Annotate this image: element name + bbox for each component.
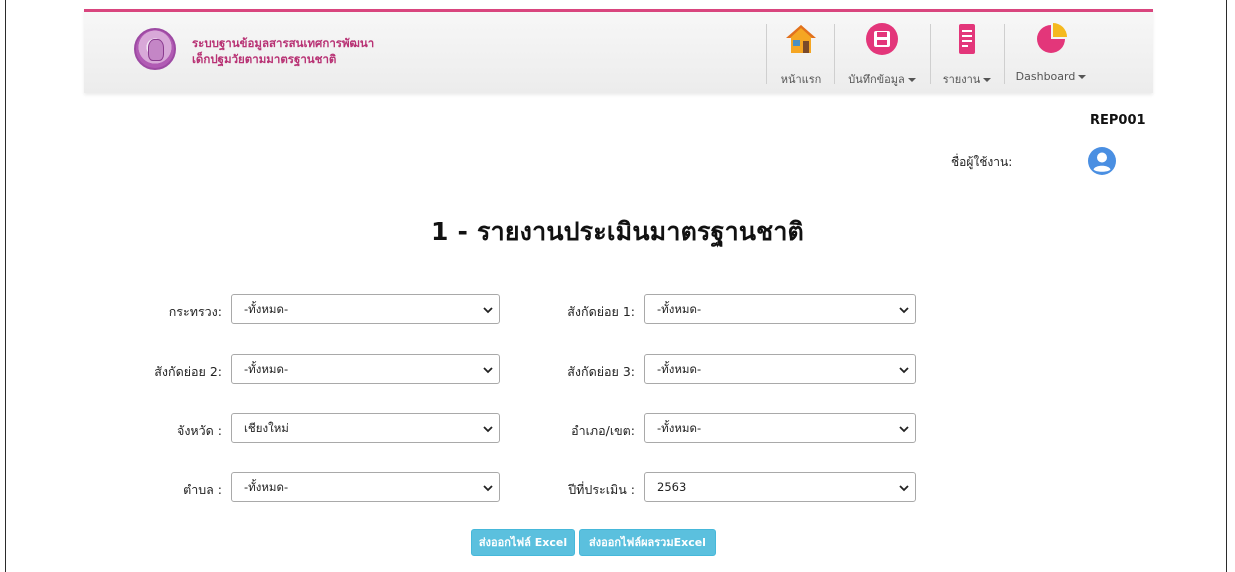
province-select[interactable]: เชียงใหม่ (231, 413, 500, 443)
caret-down-icon (907, 78, 916, 82)
top-navbar: ระบบฐานข้อมูลสารสนเทศการพัฒนา เด็กปฐมวัย… (84, 9, 1153, 93)
nav-record-label: บันทึกข้อมูล (848, 73, 905, 86)
brand-title[interactable]: ระบบฐานข้อมูลสารสนเทศการพัฒนา เด็กปฐมวัย… (192, 35, 374, 67)
chevron-down-icon (483, 367, 493, 374)
ministry-select[interactable]: -ทั้งหมด- (231, 294, 500, 324)
caret-down-icon (1078, 75, 1087, 79)
sub1-select-value: -ทั้งหมด- (657, 302, 702, 316)
province-select-value: เชียงใหม่ (244, 421, 289, 435)
year-select-value: 2563 (657, 480, 687, 494)
chevron-down-icon (899, 485, 909, 492)
chevron-down-icon (899, 307, 909, 314)
sub1-label: สังกัดย่อย 1: (567, 304, 635, 319)
nav-home-label: หน้าแรก (780, 73, 822, 86)
report-document-icon (959, 24, 975, 54)
sub1-select[interactable]: -ทั้งหมด- (644, 294, 916, 324)
username-label: ชื่อผู้ใช้งาน: (951, 155, 1013, 169)
export-excel-button[interactable]: ส่งออกไฟล์ Excel (471, 529, 575, 556)
district-select-value: -ทั้งหมด- (657, 421, 702, 435)
nav-dashboard-dropdown[interactable]: Dashboard (1012, 22, 1090, 92)
nav-dashboard-label: Dashboard (1015, 70, 1076, 83)
nav-report-label: รายงาน (942, 73, 981, 86)
province-label: จังหวัด : (177, 423, 222, 438)
sub3-select-value: -ทั้งหมด- (657, 362, 702, 376)
chevron-down-icon (899, 426, 909, 433)
chevron-down-icon (899, 367, 909, 374)
nav-record-dropdown[interactable]: บันทึกข้อมูล (840, 22, 924, 92)
subdistrict-select-value: -ทั้งหมด- (244, 480, 289, 494)
nav-divider (834, 24, 835, 84)
year-select[interactable]: 2563 (644, 472, 916, 502)
chevron-down-icon (483, 426, 493, 433)
brand-line-1: ระบบฐานข้อมูลสารสนเทศการพัฒนา (192, 36, 375, 50)
nav-divider (766, 24, 767, 84)
district-select[interactable]: -ทั้งหมด- (644, 413, 916, 443)
subdistrict-select[interactable]: -ทั้งหมด- (231, 472, 500, 502)
pie-chart-icon (1037, 23, 1067, 53)
ministry-label: กระทรวง: (168, 304, 222, 319)
district-label: อำเภอ/เขต: (571, 423, 635, 438)
save-disk-icon (866, 23, 898, 55)
nav-divider (930, 24, 931, 84)
sub2-select-value: -ทั้งหมด- (244, 362, 289, 376)
brand-line-2: เด็กปฐมวัยตามมาตรฐานชาติ (192, 52, 337, 66)
sub3-select[interactable]: -ทั้งหมด- (644, 354, 916, 384)
home-icon (786, 25, 816, 53)
sub2-label: สังกัดย่อย 2: (154, 364, 222, 379)
emblem-logo (134, 28, 176, 70)
chevron-down-icon (483, 307, 493, 314)
nav-report-dropdown[interactable]: รายงาน (938, 22, 996, 92)
caret-down-icon (983, 78, 992, 82)
user-avatar-icon[interactable] (1088, 147, 1116, 175)
page-title: 1 - รายงานประเมินมาตรฐานชาติ (430, 217, 804, 246)
year-label: ปีที่ประเมิน : (568, 482, 635, 497)
nav-home[interactable]: หน้าแรก (778, 22, 824, 92)
sub2-select[interactable]: -ทั้งหมด- (231, 354, 500, 384)
frame-left-border (5, 0, 6, 572)
report-code: REP001 (1090, 113, 1146, 128)
nav-divider (1004, 24, 1005, 84)
chevron-down-icon (483, 485, 493, 492)
sub3-label: สังกัดย่อย 3: (567, 364, 635, 379)
ministry-select-value: -ทั้งหมด- (244, 302, 289, 316)
export-summary-excel-button[interactable]: ส่งออกไฟล์ผลรวมExcel (579, 529, 716, 556)
subdistrict-label: ตำบล : (183, 482, 222, 497)
frame-right-border (1226, 0, 1227, 572)
